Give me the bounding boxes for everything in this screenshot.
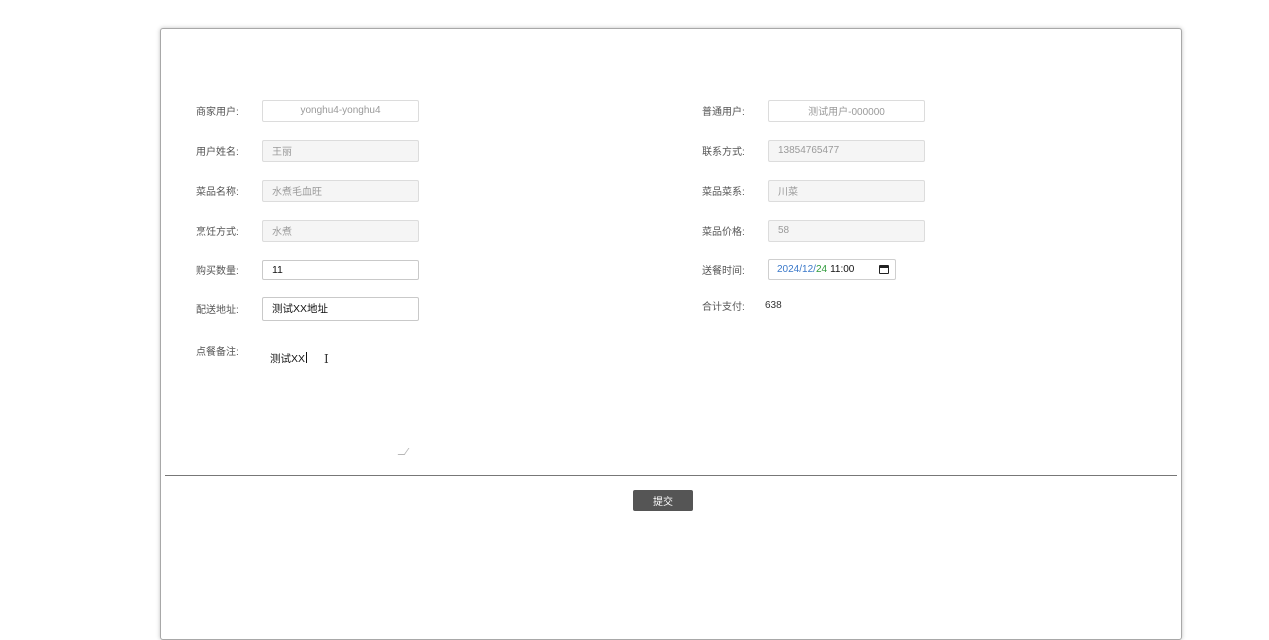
date-day[interactable]: 24 (816, 264, 827, 275)
price-label: 菜品价格: (702, 227, 745, 238)
quantity-input[interactable]: 11 (262, 259, 419, 280)
merchant-user-label: 商家用户: (196, 107, 239, 118)
cooking-method-field: 烹饪方式: 水煮 (196, 219, 419, 242)
calendar-icon[interactable] (879, 265, 889, 274)
cuisine-field: 菜品菜系: 川菜 (702, 179, 925, 202)
date-month[interactable]: 12 (802, 264, 813, 275)
footer-divider (165, 475, 1177, 476)
order-form-panel: 商家用户: yonghu4-yonghu4 用户姓名: 王丽 菜品名称: 水煮毛… (160, 28, 1182, 640)
address-label: 配送地址: (196, 305, 239, 316)
merchant-user-input[interactable]: yonghu4-yonghu4 (262, 99, 419, 122)
product-name-input[interactable]: 水煮毛血旺 (262, 179, 419, 202)
normal-user-label: 普通用户: (702, 107, 745, 118)
remark-label-field: 点餐备注: (196, 339, 262, 362)
address-input[interactable]: 测试XX地址 (262, 296, 419, 321)
resize-handle-icon[interactable] (397, 448, 410, 455)
date-time[interactable]: 11:00 (830, 264, 854, 275)
price-field: 菜品价格: 58 (702, 219, 925, 242)
price-input[interactable]: 58 (768, 219, 925, 242)
user-name-label: 用户姓名: (196, 147, 239, 158)
user-name-input[interactable]: 王丽 (262, 139, 419, 162)
contact-field: 联系方式: 13854765477 (702, 139, 925, 162)
total-label: 合计支付: (702, 302, 745, 313)
cooking-method-label: 烹饪方式: (196, 227, 239, 238)
cuisine-label: 菜品菜系: (702, 187, 745, 198)
contact-input[interactable]: 13854765477 (768, 139, 925, 162)
cuisine-input[interactable]: 川菜 (768, 179, 925, 202)
address-field: 配送地址: 测试XX地址 (196, 296, 419, 321)
total-value: 638 (765, 300, 782, 311)
contact-label: 联系方式: (702, 147, 745, 158)
quantity-field: 购买数量: 11 (196, 258, 419, 281)
cooking-method-input[interactable]: 水煮 (262, 219, 419, 242)
text-caret (306, 352, 308, 363)
merchant-user-field: 商家用户: yonghu4-yonghu4 (196, 99, 419, 122)
normal-user-field: 普通用户: 测试用户-000000 (702, 99, 925, 122)
remark-textarea[interactable]: 测试XX I (261, 347, 411, 455)
text-cursor-icon: I (324, 352, 329, 366)
product-name-field: 菜品名称: 水煮毛血旺 (196, 179, 419, 202)
total-field: 合计支付: 638 (702, 294, 782, 317)
quantity-label: 购买数量: (196, 266, 239, 277)
remark-text: 测试XX (270, 353, 306, 365)
remark-label: 点餐备注: (196, 347, 239, 358)
date-year[interactable]: 2024 (777, 264, 799, 275)
submit-button[interactable]: 提交 (633, 490, 693, 511)
delivery-time-label: 送餐时间: (702, 266, 745, 277)
normal-user-input[interactable]: 测试用户-000000 (768, 99, 925, 122)
delivery-time-input[interactable]: 2024/12/24 11:00 (768, 259, 896, 280)
user-name-field: 用户姓名: 王丽 (196, 139, 419, 162)
delivery-time-field: 送餐时间: 2024/12/24 11:00 (702, 258, 896, 281)
product-name-label: 菜品名称: (196, 187, 239, 198)
